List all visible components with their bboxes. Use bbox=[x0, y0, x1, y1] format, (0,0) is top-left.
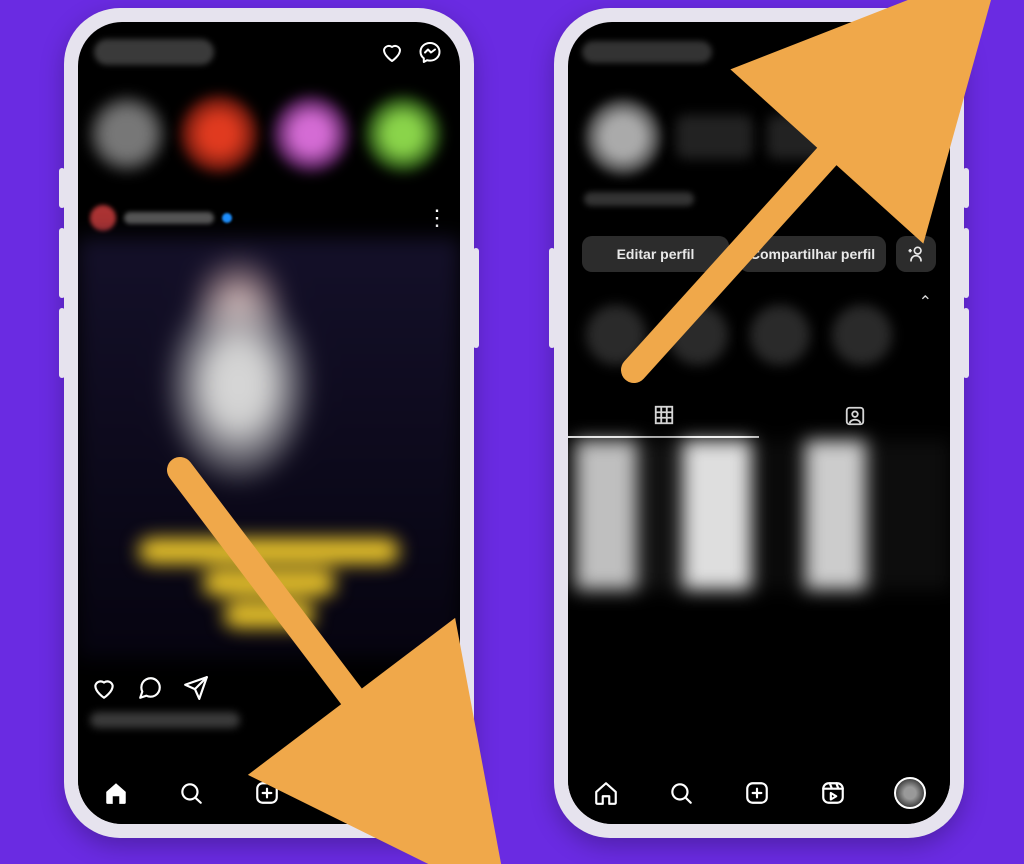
reels-icon[interactable] bbox=[329, 779, 357, 807]
verified-badge-icon bbox=[222, 213, 232, 223]
post-author-name[interactable] bbox=[124, 212, 214, 224]
heart-icon[interactable] bbox=[378, 38, 406, 66]
profile-posts-grid[interactable] bbox=[568, 440, 950, 590]
send-icon[interactable] bbox=[182, 674, 210, 702]
profile-avatar[interactable] bbox=[584, 98, 662, 176]
home-icon[interactable] bbox=[102, 779, 130, 807]
phone-side-button bbox=[59, 228, 65, 298]
reels-icon[interactable] bbox=[819, 779, 847, 807]
phone-side-button bbox=[963, 228, 969, 298]
share-profile-button[interactable]: Compartilhar perfil bbox=[739, 236, 886, 272]
heart-icon[interactable] bbox=[90, 674, 118, 702]
create-icon[interactable] bbox=[743, 779, 771, 807]
phone-side-button bbox=[59, 168, 65, 208]
home-icon[interactable] bbox=[592, 779, 620, 807]
profile-display-name bbox=[584, 192, 694, 206]
create-icon[interactable] bbox=[868, 38, 896, 66]
edit-profile-button[interactable]: Editar perfil bbox=[582, 236, 729, 272]
highlight-circle[interactable] bbox=[832, 305, 892, 365]
bottom-nav bbox=[568, 762, 950, 824]
feed-topbar bbox=[78, 22, 460, 82]
phone-screen: Editar perfil Compartilhar perfil ⌃ bbox=[568, 22, 950, 824]
phone-side-button bbox=[963, 308, 969, 378]
profile-username[interactable] bbox=[582, 41, 712, 63]
add-user-button[interactable] bbox=[896, 236, 936, 272]
phone-side-button bbox=[549, 248, 555, 348]
stat-followers[interactable] bbox=[767, 115, 844, 159]
phone-mockup-feed: ⋮ bbox=[64, 8, 474, 838]
post-more-icon[interactable]: ⋮ bbox=[426, 207, 448, 229]
story-ring[interactable] bbox=[88, 95, 166, 173]
highlight-circle[interactable] bbox=[750, 305, 810, 365]
stat-posts[interactable] bbox=[676, 115, 753, 159]
phone-side-button bbox=[963, 168, 969, 208]
highlight-circle[interactable] bbox=[668, 305, 728, 365]
stat-following[interactable] bbox=[857, 115, 934, 159]
phone-mockup-profile: Editar perfil Compartilhar perfil ⌃ bbox=[554, 8, 964, 838]
bookmark-icon[interactable] bbox=[420, 674, 448, 702]
phone-screen: ⋮ bbox=[78, 22, 460, 824]
comment-icon[interactable] bbox=[136, 674, 164, 702]
tutorial-stage: ⋮ bbox=[0, 0, 1024, 864]
chevron-up-icon[interactable]: ⌃ bbox=[919, 292, 932, 312]
create-icon[interactable] bbox=[253, 779, 281, 807]
highlights-row[interactable] bbox=[568, 288, 950, 382]
profile-action-row: Editar perfil Compartilhar perfil bbox=[568, 232, 950, 276]
profile-tabs bbox=[568, 394, 950, 438]
story-ring[interactable] bbox=[272, 95, 350, 173]
post-header: ⋮ bbox=[78, 200, 460, 236]
post-author-avatar[interactable] bbox=[90, 205, 116, 231]
messenger-icon[interactable] bbox=[416, 38, 444, 66]
highlight-circle[interactable] bbox=[586, 305, 646, 365]
menu-icon[interactable] bbox=[908, 38, 936, 66]
story-ring[interactable] bbox=[180, 95, 258, 173]
profile-tab-avatar[interactable] bbox=[404, 777, 436, 809]
profile-stats-row bbox=[568, 92, 950, 182]
likes-count-text[interactable] bbox=[90, 712, 240, 728]
profile-topbar bbox=[568, 22, 950, 82]
story-ring[interactable] bbox=[364, 95, 442, 173]
profile-tab-avatar[interactable] bbox=[894, 777, 926, 809]
phone-side-button bbox=[473, 248, 479, 348]
post-caption-overlay bbox=[118, 532, 420, 642]
stories-tray[interactable] bbox=[78, 84, 460, 184]
bottom-nav bbox=[78, 762, 460, 824]
search-icon[interactable] bbox=[177, 779, 205, 807]
phone-side-button bbox=[59, 308, 65, 378]
tab-tagged[interactable] bbox=[759, 394, 950, 438]
post-action-bar bbox=[78, 666, 460, 710]
instagram-logo[interactable] bbox=[94, 39, 214, 65]
tab-grid[interactable] bbox=[568, 394, 759, 438]
search-icon[interactable] bbox=[667, 779, 695, 807]
